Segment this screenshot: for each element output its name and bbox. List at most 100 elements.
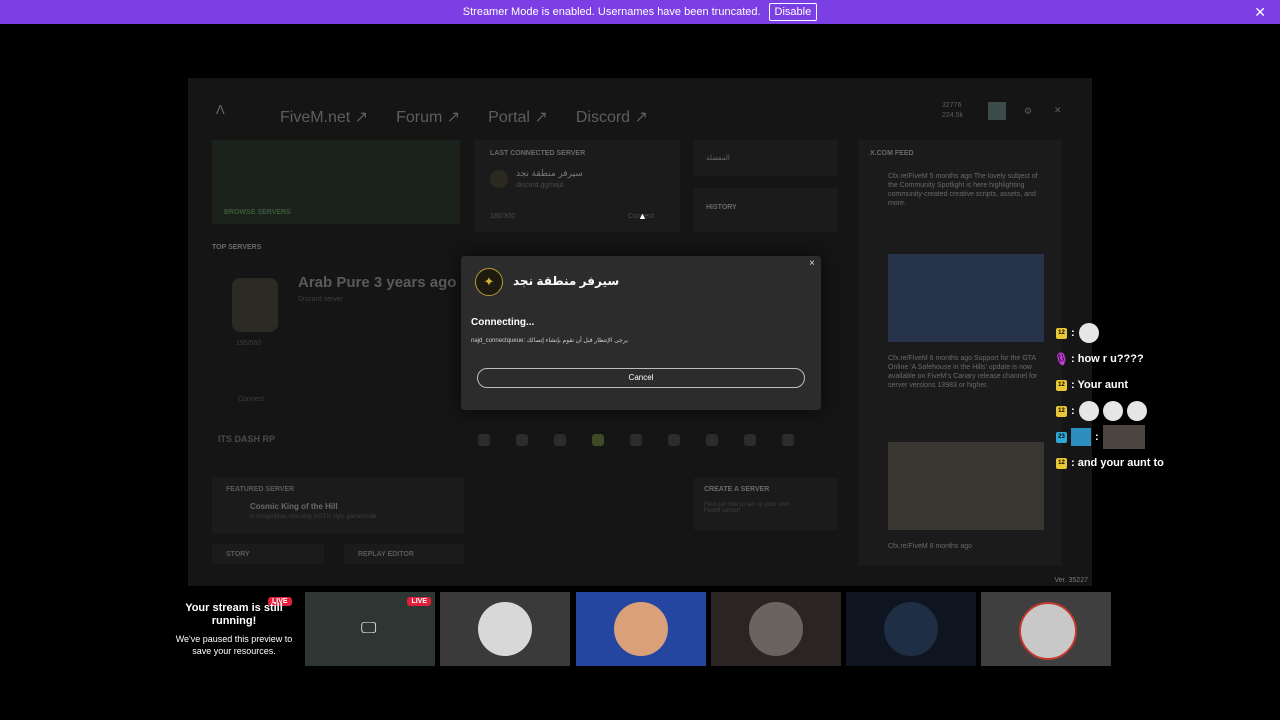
nav-discord[interactable]: Discord ↗	[576, 107, 648, 127]
channel-tile[interactable]	[576, 592, 706, 666]
sub-badge-icon: 23	[1056, 431, 1067, 443]
featured-label: FEATURED SERVER	[226, 486, 295, 493]
chat-text: : and your aunt to	[1071, 457, 1164, 469]
dialog-server-name: سيرفر منطقة نجد	[513, 274, 620, 288]
pickaxe-emote-icon	[1071, 428, 1091, 446]
favorites-label: المفضلة	[706, 155, 730, 162]
nav-portal[interactable]: Portal ↗	[488, 107, 548, 127]
sub-badge-icon: 12	[1056, 379, 1067, 391]
game-nav: FiveM.net ↗ Forum ↗ Portal ↗ Discord ↗	[280, 107, 648, 127]
last-connected-label: LAST CONNECTED SERVER	[490, 150, 586, 157]
version-label: Ver. 35227	[1054, 577, 1088, 584]
close-icon[interactable]: ×	[809, 258, 815, 269]
featured-server-panel[interactable]: FEATURED SERVER Cosmic King of the Hill …	[212, 478, 464, 534]
server-icon[interactable]	[668, 434, 680, 446]
browse-servers-panel[interactable]: BROWSE SERVERS	[212, 140, 460, 224]
sub-badge-icon: 12	[1056, 457, 1067, 469]
replay-label: REPLAY EDITOR	[358, 551, 414, 558]
story-label: STORY	[226, 551, 250, 558]
chat-message: 12 :	[1056, 398, 1256, 424]
feed-item: Cfx.re/FiveM 5 months ago The lovely sub…	[888, 173, 1038, 207]
server-icon[interactable]	[706, 434, 718, 446]
chat-text: : Your aunt	[1071, 379, 1129, 391]
cancel-button[interactable]: Cancel	[477, 368, 805, 388]
ghost-emote-icon	[1126, 401, 1147, 421]
server-icon[interactable]	[744, 434, 756, 446]
server-icon[interactable]	[630, 434, 642, 446]
queue-message: najd_connectqueue: يرجى الإنتظار قبل أن …	[471, 338, 628, 344]
channel-tile[interactable]	[440, 592, 570, 666]
exit-icon[interactable]: ✕	[1054, 105, 1062, 116]
ghost-emote-icon	[1102, 401, 1123, 421]
sub-badge-icon: 12	[1056, 405, 1067, 417]
chat-image	[1102, 425, 1145, 449]
feed-item: Cfx.re/FiveM 6 months ago Support for th…	[888, 355, 1038, 389]
story-button[interactable]: STORY	[212, 544, 324, 564]
favorites-panel[interactable]: المفضلة	[694, 140, 838, 176]
xcom-feed-panel: X.COM FEED Cfx.re/FiveM 5 months ago The…	[858, 140, 1062, 566]
live-badge: LIVE	[407, 597, 431, 606]
server-icon[interactable]	[516, 434, 528, 446]
replay-editor-button[interactable]: REPLAY EDITOR	[344, 544, 464, 564]
stream-paused-desc: We've paused this preview to save your r…	[175, 634, 293, 656]
avatar[interactable]	[988, 102, 1006, 120]
last-server-name: سيرفر منطقة نجد	[516, 168, 583, 178]
channel-tile[interactable]	[711, 592, 841, 666]
server-icon[interactable]	[782, 434, 794, 446]
top-server-players: 195/560	[236, 340, 262, 347]
gear-icon[interactable]: ⚙	[1024, 106, 1032, 117]
channel-avatar	[749, 602, 803, 656]
nav-forum[interactable]: Forum ↗	[396, 107, 460, 127]
fivem-logo: Λ	[216, 102, 225, 117]
chat-text: : how r u????	[1071, 353, 1144, 365]
streamer-mode-banner: Streamer Mode is enabled. Usernames have…	[0, 0, 1280, 24]
stat-servers: 224.5k	[942, 112, 964, 119]
stream-preview-tile[interactable]: LIVE 🖵	[305, 592, 435, 666]
nav-fivem[interactable]: FiveM.net ↗	[280, 107, 368, 127]
player-stats: 32776 224.5k	[942, 101, 963, 121]
server-icon[interactable]	[592, 434, 604, 446]
server-icon[interactable]	[478, 434, 490, 446]
chat-message: 12 : and your aunt to	[1056, 450, 1256, 476]
paused-preview-message: Your stream is still running! We've paus…	[168, 602, 300, 657]
stream-running-title: Your stream is still running!	[185, 602, 283, 627]
feed-label: X.COM FEED	[870, 150, 914, 157]
browse-servers-label: BROWSE SERVERS	[224, 209, 291, 216]
history-panel[interactable]: HISTORY	[694, 188, 838, 232]
sticker-emote-icon	[1078, 323, 1099, 343]
top-servers-label: TOP SERVERS	[212, 244, 262, 251]
close-icon[interactable]: ✕	[1254, 4, 1266, 21]
top-server-sub: Discord server	[298, 296, 344, 303]
top-server-connect[interactable]: Connect	[238, 396, 264, 403]
connection-status: Connecting...	[471, 317, 535, 328]
disable-streamer-mode-button[interactable]: Disable	[768, 3, 818, 21]
create-label: CREATE A SERVER	[704, 486, 770, 493]
server-icon[interactable]	[554, 434, 566, 446]
chat-text: :	[1071, 405, 1075, 417]
history-label: HISTORY	[706, 204, 737, 211]
mouse-cursor-icon: ▲	[638, 211, 647, 221]
feed-image[interactable]	[888, 254, 1044, 342]
channel-tile[interactable]	[846, 592, 976, 666]
chat-message: 23 :	[1056, 424, 1256, 450]
connecting-dialog: ✦ سيرفر منطقة نجد × Connecting... najd_c…	[461, 256, 821, 410]
chat-message: 12 :	[1056, 320, 1256, 346]
last-server-players: 180/300	[490, 213, 516, 220]
create-desc: Find out how to set up your own FiveM se…	[704, 502, 790, 514]
stat-players: 32776	[942, 102, 962, 109]
featured-desc: A competitive, non-stop KOTH style gamem…	[250, 514, 379, 520]
channel-tile[interactable]	[981, 592, 1111, 666]
feed-item: Cfx.re/FiveM 8 months ago	[888, 543, 973, 550]
feed-image[interactable]	[888, 442, 1044, 530]
last-server-sub: discord.gg/najd	[516, 182, 564, 189]
chat-message: 🎙 : how r u????	[1053, 346, 1256, 372]
create-server-panel[interactable]: CREATE A SERVER Find out how to set up y…	[694, 478, 838, 530]
dash-server-label: ITS DASH RP	[218, 434, 276, 444]
server-icon-row	[478, 434, 794, 446]
channel-avatar	[1019, 602, 1077, 660]
monitor-icon: 🖵	[361, 620, 377, 637]
top-server-crest	[232, 278, 278, 332]
featured-name: Cosmic King of the Hill	[250, 502, 338, 511]
chat-text: :	[1095, 431, 1099, 443]
mic-icon: 🎙	[1053, 352, 1070, 366]
